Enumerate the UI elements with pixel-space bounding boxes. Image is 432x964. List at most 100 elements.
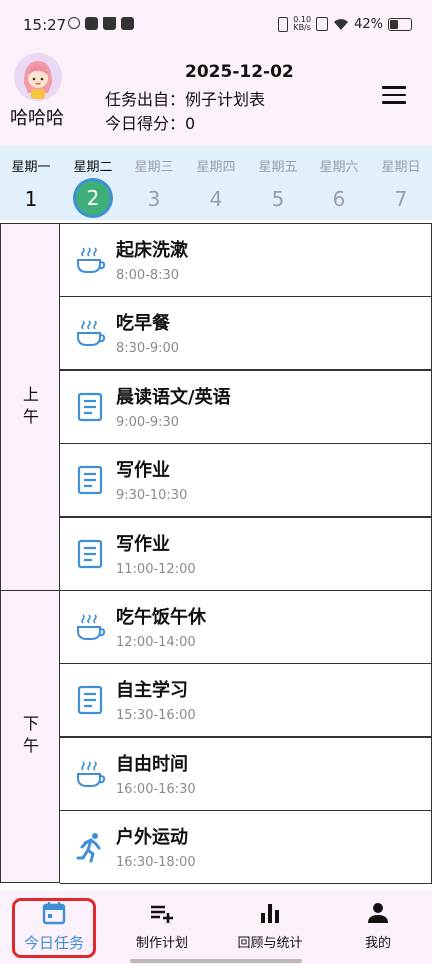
menu-icon[interactable] xyxy=(382,86,406,106)
day-name: 星期一 xyxy=(11,160,51,175)
period-label-line1: 上 xyxy=(22,385,39,404)
task-time: 12:00-14:00 xyxy=(116,635,196,650)
day-thursday[interactable]: 星期四 4 xyxy=(185,146,247,215)
task-item[interactable]: 自主学习 15:30-16:00 xyxy=(60,663,432,737)
day-name: 星期日 xyxy=(381,160,421,175)
cup-icon xyxy=(77,247,106,273)
day-tuesday[interactable]: 星期二 2 xyxy=(62,146,124,215)
day-monday[interactable]: 星期一 1 xyxy=(0,146,62,215)
day-name: 星期四 xyxy=(196,160,236,175)
book-icon xyxy=(77,465,103,495)
playlist-add-icon xyxy=(151,905,173,923)
nav-mine[interactable]: 我的 xyxy=(324,900,432,951)
cup-icon xyxy=(77,614,106,640)
message-icon xyxy=(121,17,134,30)
nav-make-plan[interactable]: 制作计划 xyxy=(108,900,216,951)
today-score: 今日得分：0 xyxy=(105,114,196,133)
period-label-line1: 下 xyxy=(22,714,39,733)
running-icon xyxy=(76,833,101,863)
task-title: 吃午饭午休 xyxy=(116,607,206,628)
task-title: 晨读语文/英语 xyxy=(116,387,231,408)
book-icon xyxy=(77,392,103,422)
battery-percent: 42% xyxy=(354,16,383,32)
nav-label: 制作计划 xyxy=(135,936,188,951)
task-time: 8:30-9:00 xyxy=(116,341,180,356)
app-notification-icon xyxy=(68,17,80,29)
period-label-line2: 午 xyxy=(22,736,39,755)
task-time: 16:30-18:00 xyxy=(116,855,196,870)
book-icon xyxy=(77,685,103,715)
nav-review-stats[interactable]: 回顾与统计 xyxy=(216,900,324,951)
header: 哈哈哈 2025-12-02 任务出自：例子计划表 今日得分：0 xyxy=(0,50,432,146)
bar-chart-icon xyxy=(261,904,279,923)
day-number: 6 xyxy=(332,187,346,211)
vibrate-icon xyxy=(278,16,289,32)
task-item[interactable]: 晨读语文/英语 9:00-9:30 xyxy=(60,370,432,444)
video-app-icon xyxy=(85,17,98,30)
network-speed: 0.10 KB/s xyxy=(293,16,311,32)
period-label-line2: 午 xyxy=(22,407,39,426)
task-item[interactable]: 写作业 9:30-10:30 xyxy=(60,443,432,517)
period-morning: 上 午 xyxy=(0,223,60,591)
day-name: 星期六 xyxy=(319,160,359,175)
nav-label: 今日任务 xyxy=(23,934,84,952)
status-time: 15:27 xyxy=(23,16,67,34)
calendar-icon xyxy=(42,902,66,925)
book-icon xyxy=(77,539,103,569)
notification-icons xyxy=(68,17,134,30)
cup-icon xyxy=(77,320,106,346)
day-number: 3 xyxy=(147,187,161,211)
task-item[interactable]: 写作业 11:00-12:00 xyxy=(60,517,432,591)
day-wednesday[interactable]: 星期三 3 xyxy=(123,146,185,215)
crown-icon xyxy=(103,17,116,30)
task-time: 9:30-10:30 xyxy=(116,488,188,503)
schedule-table: 上 午 下 午 起床洗漱 8:00-8:30 吃早餐 8:30-9:00 晨读语… xyxy=(0,223,432,884)
status-right: 0.10 KB/s 42% xyxy=(278,16,412,32)
period-label: 上 午 xyxy=(1,384,61,428)
home-indicator[interactable] xyxy=(130,959,302,963)
day-name: 星期三 xyxy=(134,160,174,175)
day-number: 5 xyxy=(271,187,285,211)
user-name: 哈哈哈 xyxy=(10,108,64,129)
day-friday[interactable]: 星期五 5 xyxy=(247,146,309,215)
network-speed-unit: KB/s xyxy=(293,23,311,32)
task-title: 吃早餐 xyxy=(116,313,170,334)
task-time: 11:00-12:00 xyxy=(116,562,196,577)
cup-icon xyxy=(77,761,106,787)
task-item[interactable]: 自由时间 16:00-16:30 xyxy=(60,737,432,811)
task-time: 15:30-16:00 xyxy=(116,708,196,723)
day-sunday[interactable]: 星期日 7 xyxy=(370,146,432,215)
period-label: 下 午 xyxy=(1,713,61,757)
nav-label: 回顾与统计 xyxy=(237,936,303,951)
task-title: 自主学习 xyxy=(116,680,188,701)
nav-label: 我的 xyxy=(364,936,391,951)
task-item[interactable]: 吃早餐 8:30-9:00 xyxy=(60,296,432,370)
task-time: 8:00-8:30 xyxy=(116,268,180,283)
wifi-icon xyxy=(334,18,349,30)
task-time: 16:00-16:30 xyxy=(116,782,196,797)
period-afternoon: 下 午 xyxy=(0,590,60,883)
task-time: 9:00-9:30 xyxy=(116,415,180,430)
task-item[interactable]: 户外运动 16:30-18:00 xyxy=(60,810,432,884)
day-saturday[interactable]: 星期六 6 xyxy=(308,146,370,215)
status-bar: 15:27 0.10 KB/s 42% xyxy=(0,0,432,50)
task-item[interactable]: 起床洗漱 8:00-8:30 xyxy=(60,223,432,297)
task-title: 自由时间 xyxy=(116,754,188,775)
plan-source: 任务出自：例子计划表 xyxy=(105,90,266,109)
day-number: 1 xyxy=(24,187,38,211)
day-number: 7 xyxy=(394,187,408,211)
avatar-girl-icon xyxy=(14,53,62,101)
current-date: 2025-12-02 xyxy=(185,62,294,82)
week-selector: 星期一 1 星期二 2 星期三 3 星期四 4 星期五 5 星期六 6 星期日 … xyxy=(0,146,432,220)
person-icon xyxy=(368,903,388,923)
task-title: 写作业 xyxy=(116,534,170,555)
battery-icon xyxy=(388,17,412,31)
avatar[interactable] xyxy=(14,53,62,101)
task-title: 写作业 xyxy=(116,460,170,481)
nav-today-tasks[interactable]: 今日任务 xyxy=(0,900,108,953)
day-name: 星期五 xyxy=(258,160,298,175)
bottom-navigation: 今日任务 制作计划 回顾与统计 我的 xyxy=(0,890,432,964)
day-number-selected: 2 xyxy=(76,181,110,215)
task-item[interactable]: 吃午饭午休 12:00-14:00 xyxy=(60,590,432,664)
day-number: 4 xyxy=(209,187,223,211)
